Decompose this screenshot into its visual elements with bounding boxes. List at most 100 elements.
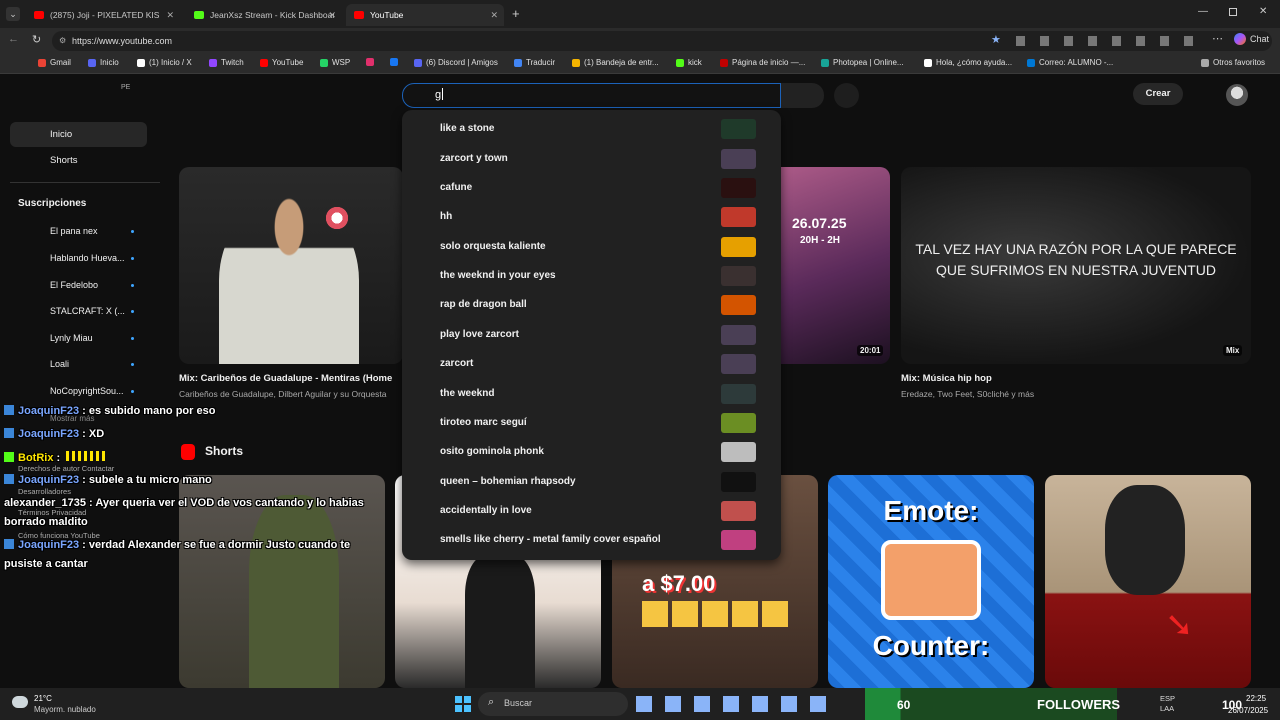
suggestion-item[interactable]: osito gominola phonk xyxy=(402,438,781,467)
subscription-item[interactable]: Hablando Huevа... xyxy=(50,253,134,263)
taskbar-search[interactable]: ⌕ Buscar xyxy=(478,692,628,716)
voice-search-button[interactable] xyxy=(834,83,859,108)
subscription-item[interactable]: Loali xyxy=(50,359,134,369)
bookmark-inicio[interactable]: Inicio xyxy=(88,58,119,67)
suggestion-item[interactable]: rap de dragon ball xyxy=(402,291,781,320)
bookmark-twitch[interactable]: Twitch xyxy=(209,58,244,67)
create-button[interactable]: Crear xyxy=(1133,83,1183,105)
footer-link[interactable]: Derechos de autor Contactar xyxy=(18,464,114,473)
tab-joji[interactable]: (2875) Joji - PIXELATED KISSES ✕ xyxy=(26,4,180,26)
subscription-item[interactable]: El Fedelobo xyxy=(50,280,134,290)
suggestion-item[interactable]: cafune xyxy=(402,174,781,203)
bookmark-youtube[interactable]: YouTube xyxy=(260,58,303,67)
video-thumbnail[interactable] xyxy=(179,167,403,364)
subscription-name: Loali xyxy=(50,359,70,369)
bookmark-x[interactable]: (1) Inicio / X xyxy=(137,58,192,67)
video-channels[interactable]: Eredaze, Two Feet, S0cliché y más xyxy=(901,389,1251,399)
video-channels[interactable]: Caribeños de Guadalupe, Dilbert Aguilar … xyxy=(179,389,403,399)
discord-icon xyxy=(414,58,422,67)
bookmark-facebook[interactable] xyxy=(390,58,402,66)
chat-username: BotRix xyxy=(18,452,54,464)
suggestion-item[interactable]: zarcort y town xyxy=(402,145,781,174)
search-button[interactable] xyxy=(781,83,824,108)
menu-dots-icon[interactable]: ⋯ xyxy=(1212,32,1223,45)
bookmark-home-page[interactable]: Página de inicio —... xyxy=(720,58,805,67)
browser-address-bar: ← ↻ ⚙ https://www.youtube.com ★ ⋯ Chat xyxy=(0,28,1280,54)
sidebar-item-home[interactable]: Inicio xyxy=(10,122,147,147)
weather-icon[interactable] xyxy=(12,696,28,708)
instagram-icon xyxy=(366,58,374,66)
footer-link[interactable]: Desarrolladores xyxy=(18,487,71,496)
chat-text: : Ayer queria ver el VOD de vos cantando… xyxy=(85,497,364,509)
bookmark-translate[interactable]: Traducir xyxy=(514,58,555,67)
subscription-item[interactable]: NoCopyrightSou... xyxy=(50,386,134,396)
suggestion-item[interactable]: smells like cherry - metal family cover … xyxy=(402,526,781,555)
reload-icon[interactable]: ↻ xyxy=(32,33,41,46)
short-thumbnail[interactable]: Emote: Counter: xyxy=(828,475,1034,688)
subscription-item[interactable]: Lynly Miau xyxy=(50,333,134,343)
taskbar-app-icons[interactable] xyxy=(636,696,826,712)
bookmark-gmail[interactable]: Gmail xyxy=(38,58,71,67)
avatar[interactable] xyxy=(1226,84,1248,106)
tab-youtube[interactable]: YouTube ✕ xyxy=(346,4,504,26)
site-info-icon[interactable]: ⚙ xyxy=(59,31,66,51)
suggestion-item[interactable]: queen – bohemian rhapsody xyxy=(402,468,781,497)
clock-date[interactable]: 26/07/2025 xyxy=(1228,706,1268,715)
subscription-item[interactable]: STALCRAFT: X (... xyxy=(50,306,134,316)
bookmark-other-favorites[interactable]: Otros favoritos xyxy=(1201,58,1265,67)
favorite-star-icon[interactable]: ★ xyxy=(991,33,1001,46)
subscription-name: STALCRAFT: X (... xyxy=(50,306,125,316)
bookmark-chatgpt[interactable]: Hola, ¿cómo ayuda... xyxy=(924,58,1012,67)
weather-desc[interactable]: Mayorm. nublado xyxy=(34,705,96,714)
bookmark-instagram[interactable] xyxy=(366,58,378,66)
tab-kick-dashboard[interactable]: JeanXsz Stream - Kick Dashboard ✕ xyxy=(186,4,342,26)
subscriptions-title[interactable]: Suscripciones xyxy=(18,198,86,209)
chat-message: pusiste a cantar xyxy=(4,558,88,570)
subscription-item[interactable]: El pana nex xyxy=(50,226,134,236)
bookmark-mail[interactable]: Correo: ALUMNO -... xyxy=(1027,58,1113,67)
weather-temp[interactable]: 21°C xyxy=(34,694,52,703)
chat-text: : XD xyxy=(79,428,105,440)
text-cursor xyxy=(442,88,444,100)
close-tab-icon[interactable]: ✕ xyxy=(490,10,498,21)
suggestion-item[interactable]: zarcort xyxy=(402,350,781,379)
chat-button[interactable]: Chat xyxy=(1234,33,1269,45)
search-input[interactable]: g xyxy=(402,83,781,108)
maximize-icon[interactable] xyxy=(1229,8,1237,16)
bookmark-wsp[interactable]: WSP xyxy=(320,58,350,67)
sidebar-item-shorts[interactable]: Shorts xyxy=(10,148,147,173)
suggestion-thumbnail xyxy=(721,325,756,345)
suggestion-item[interactable]: like a stone xyxy=(402,115,781,144)
short-thumbnail[interactable]: ➘ xyxy=(1045,475,1251,688)
close-window-icon[interactable]: ✕ xyxy=(1259,6,1267,17)
extension-icons[interactable] xyxy=(1016,36,1196,46)
back-icon[interactable]: ← xyxy=(8,33,19,45)
chat-message: JoaquinF23 : es subido mano por eso xyxy=(4,405,215,417)
suggestion-item[interactable]: the weeknd in your eyes xyxy=(402,262,781,291)
bookmark-kick[interactable]: kick xyxy=(676,58,702,67)
suggestion-item[interactable]: tiroteo marc seguí xyxy=(402,409,781,438)
minimize-icon[interactable]: — xyxy=(1198,6,1208,17)
language-indicator[interactable]: ESP LAA xyxy=(1160,694,1175,714)
close-tab-icon[interactable]: ✕ xyxy=(328,10,336,21)
bookmark-photopea[interactable]: Photopea | Online... xyxy=(821,58,904,67)
suggestion-item[interactable]: hh xyxy=(402,203,781,232)
suggestion-item[interactable]: play love zarcort xyxy=(402,321,781,350)
video-thumbnail[interactable]: TAL VEZ HAY UNA RAZÓN POR LA QUE PARECE … xyxy=(901,167,1251,364)
video-title[interactable]: Mix: Música hip hop xyxy=(901,373,1251,384)
bookmark-discord-friends[interactable]: (6) Discord | Amigos xyxy=(414,58,498,67)
close-tab-icon[interactable]: ✕ xyxy=(166,10,174,21)
new-tab-icon[interactable]: + xyxy=(512,6,520,21)
suggestion-item[interactable]: accidentally in love xyxy=(402,497,781,526)
kick-badge-icon xyxy=(4,474,14,484)
suggestion-thumbnail xyxy=(721,295,756,315)
suggestion-item[interactable]: solo orquesta kaliente xyxy=(402,233,781,262)
clock-time[interactable]: 22:25 xyxy=(1246,694,1266,703)
video-title[interactable]: Mix: Caribeños de Guadalupe - Mentiras (… xyxy=(179,373,403,384)
windows-start-icon[interactable] xyxy=(455,696,471,712)
bookmark-inbox[interactable]: (1) Bandeja de entr... xyxy=(572,58,659,67)
suggestion-item[interactable]: the weeknd xyxy=(402,380,781,409)
tab-list-dropdown-icon[interactable]: ⌄ xyxy=(6,7,20,21)
chat-message: BotRix : xyxy=(4,451,107,464)
red-arrow-icon: ➘ xyxy=(1165,606,1194,644)
